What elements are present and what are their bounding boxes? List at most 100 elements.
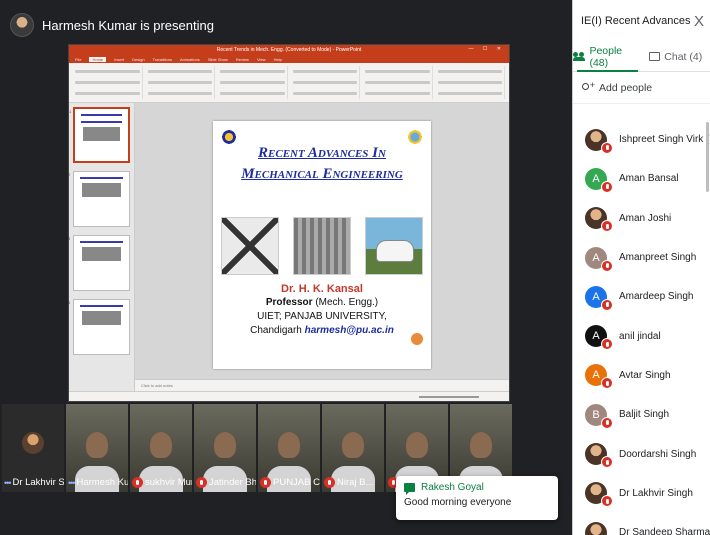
person-initial: A [592, 330, 600, 343]
notes-pane[interactable]: Click to add notes [135, 379, 509, 391]
slide-thumbnail[interactable]: 2 [69, 171, 130, 227]
participant-name-row: sukhvir Mundi [132, 477, 192, 488]
participant-video-face [278, 432, 300, 458]
mic-off-icon [601, 495, 613, 508]
participant-name: PUNJAB C... [273, 477, 320, 488]
ppt-tab[interactable]: Review [236, 57, 249, 62]
participant-tile[interactable]: PUNJAB C... [258, 404, 320, 492]
panel-tabs: People (48) Chat (4) [573, 42, 710, 72]
chat-sender: Rakesh Goyal [421, 482, 484, 493]
participant-name-row: PUNJAB C... [260, 477, 320, 488]
slide-edit-area: Recent Advances In Mechanical Engineerin… [135, 103, 509, 391]
speaking-indicator-icon: ••• [68, 477, 76, 488]
chat-icon [649, 52, 661, 61]
person-avatar: B [585, 403, 613, 429]
participant-tile[interactable]: sukhvir Mundi [130, 404, 192, 492]
participant-name-row: Jatinder Bhalla [196, 477, 256, 488]
ppt-tab[interactable]: Design [132, 57, 144, 62]
mic-off-icon [260, 477, 271, 488]
participant-tile[interactable]: Niraj B... [322, 404, 384, 492]
participant-name: Harmesh Ku... [76, 477, 128, 488]
current-slide: Recent Advances In Mechanical Engineerin… [213, 121, 431, 369]
person-row[interactable]: Doordarshi Singh [573, 434, 710, 473]
ppt-title-text: Recent Trends in Mech. Engg. (Converted … [216, 47, 362, 53]
mic-off-icon [601, 141, 613, 154]
ppt-tab[interactable]: Help [274, 57, 282, 62]
person-name: Aman Joshi [619, 212, 672, 224]
meet-window: Harmesh Kumar is presenting Recent Trend… [0, 0, 710, 535]
add-person-icon [581, 80, 595, 93]
shared-powerpoint-window[interactable]: Recent Trends in Mech. Engg. (Converted … [68, 44, 510, 402]
people-icon [573, 52, 586, 61]
ppt-tab[interactable]: File [75, 57, 81, 62]
person-row[interactable]: A Amardeep Singh [573, 277, 710, 316]
person-row[interactable]: B Baljit Singh [573, 395, 710, 434]
presenter-bar: Harmesh Kumar is presenting [10, 12, 214, 38]
ppt-tab[interactable]: Home [89, 56, 107, 62]
chat-notification[interactable]: Rakesh Goyal Good morning everyone [396, 476, 558, 520]
mic-off-icon [132, 477, 143, 488]
person-name: Dr Lakhvir Singh [619, 487, 693, 499]
participant-tile[interactable]: •••Harmesh Ku... [66, 404, 128, 492]
slide-contact: Chandigarh harmesh@pu.ac.in [250, 325, 394, 336]
participant-name-row: •••Harmesh Ku... [68, 477, 128, 488]
slide-designation: Professor (Mech. Engg.) [265, 297, 379, 308]
mic-off-icon [324, 477, 335, 488]
ppt-title-bar: Recent Trends in Mech. Engg. (Converted … [69, 45, 509, 55]
mic-off-icon [601, 456, 613, 469]
people-list: Ishpreet Singh Virk (You) A Aman Bansal Ama… [573, 120, 710, 535]
participant-video-face [86, 432, 108, 458]
person-initial: A [592, 369, 600, 382]
presentation-stage: Harmesh Kumar is presenting Recent Trend… [0, 0, 572, 535]
person-avatar: A [585, 246, 613, 272]
person-row[interactable]: A Amanpreet Singh [573, 238, 710, 277]
person-row[interactable]: Aman Joshi [573, 199, 710, 238]
slide-title: Recent Advances In Mechanical Engineerin… [241, 145, 403, 182]
decor-dot-icon [411, 333, 423, 345]
person-row[interactable]: A Aman Bansal [573, 159, 710, 198]
person-name: Aman Bansal [619, 173, 679, 185]
ppt-tab[interactable]: Insert [114, 57, 124, 62]
slide-thumbnail[interactable]: 1 [69, 107, 130, 163]
tab-people[interactable]: People (48) [573, 42, 642, 72]
close-panel-button[interactable]: X [694, 13, 704, 30]
speaking-indicator-icon: ••• [4, 477, 12, 488]
mic-off-icon [601, 377, 613, 390]
ppt-tab[interactable]: Transitions [153, 57, 172, 62]
participant-tile[interactable]: •••Dr Lakhvir Sin... [2, 404, 64, 492]
person-name: Ishpreet Singh Virk (You) [619, 134, 710, 146]
participant-tile[interactable]: Jatinder Bhalla [194, 404, 256, 492]
ppt-tab[interactable]: Slide Show [208, 57, 228, 62]
person-initial: A [592, 172, 600, 185]
person-initial: A [592, 251, 600, 264]
window-controls-icon: — ☐ ✕ [468, 46, 505, 52]
person-row[interactable]: Ishpreet Singh Virk (You) [573, 120, 710, 159]
ppt-body: 1 2 3 4 Recent Advances In Mechanical En… [69, 103, 509, 391]
person-row[interactable]: Dr Lakhvir Singh [573, 474, 710, 513]
person-avatar [585, 482, 613, 508]
mic-off-icon [601, 259, 613, 272]
people-scrollbar[interactable] [706, 122, 709, 192]
person-name: anil jindal [619, 330, 661, 342]
add-people-button[interactable]: Add people [573, 72, 710, 104]
participant-name: Dr Lakhvir Sin... [12, 477, 64, 488]
mic-off-icon [601, 220, 613, 233]
ppt-tab[interactable]: View [257, 57, 266, 62]
person-avatar [585, 207, 613, 233]
person-avatar [585, 443, 613, 469]
mic-off-icon [601, 180, 613, 193]
slide-thumbnail[interactable]: 3 [69, 235, 130, 291]
ppt-tab[interactable]: Animations [180, 57, 200, 62]
tab-chat[interactable]: Chat (4) [642, 42, 710, 71]
person-row[interactable]: Aanil jindal [573, 316, 710, 355]
presenter-avatar [10, 13, 34, 37]
person-name: Amanpreet Singh [619, 252, 697, 264]
slide-thumbnail[interactable]: 4 [69, 299, 130, 355]
person-name: Avtar Singh [619, 369, 671, 381]
participant-name: Jatinder Bhalla [209, 477, 256, 488]
participant-video-face [470, 432, 492, 458]
person-row[interactable]: A Avtar Singh [573, 356, 710, 395]
zoom-slider[interactable] [419, 396, 479, 398]
person-row[interactable]: Dr Sandeep Sharma [573, 513, 710, 535]
side-panel: IE(I) Recent Advances in Mecha... X Peop… [572, 0, 710, 535]
